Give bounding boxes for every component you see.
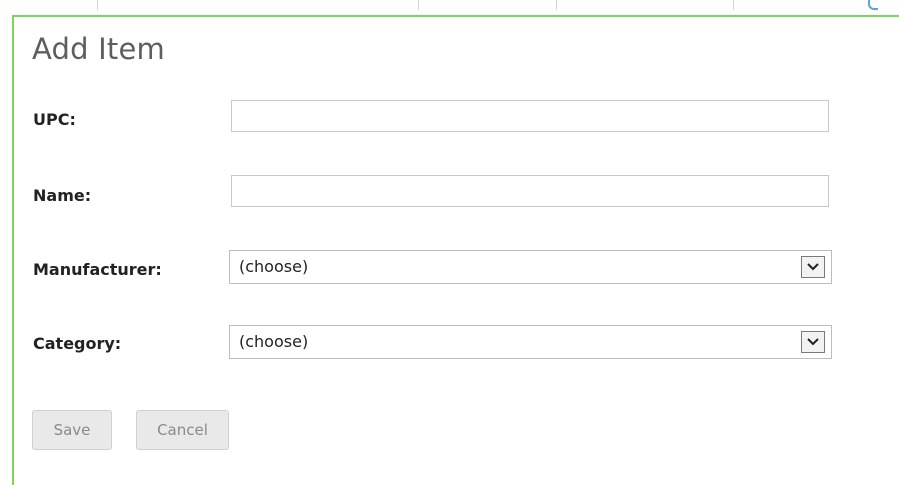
chevron-down-icon	[807, 263, 819, 271]
manufacturer-dropdown-button[interactable]	[801, 256, 825, 278]
category-selected-value: (choose)	[239, 332, 309, 351]
tab-divider	[418, 0, 419, 10]
tab-divider	[733, 0, 734, 10]
category-dropdown-button[interactable]	[801, 331, 825, 353]
cancel-button[interactable]: Cancel	[136, 410, 229, 450]
save-button[interactable]: Save	[32, 410, 112, 450]
tab-divider	[556, 0, 557, 10]
manufacturer-selected-value: (choose)	[239, 257, 309, 276]
top-tab-bar	[0, 0, 899, 12]
tab-divider	[97, 0, 98, 10]
chevron-down-icon	[807, 338, 819, 346]
upc-label: UPC:	[33, 110, 76, 129]
page-title: Add Item	[32, 32, 165, 66]
category-label: Category:	[33, 334, 122, 353]
active-tab-edge	[868, 0, 878, 10]
manufacturer-label: Manufacturer:	[33, 260, 162, 279]
category-select[interactable]: (choose)	[229, 325, 832, 359]
manufacturer-select[interactable]: (choose)	[229, 250, 832, 284]
name-input[interactable]	[231, 175, 829, 207]
name-label: Name:	[33, 186, 92, 205]
upc-input[interactable]	[231, 100, 829, 132]
